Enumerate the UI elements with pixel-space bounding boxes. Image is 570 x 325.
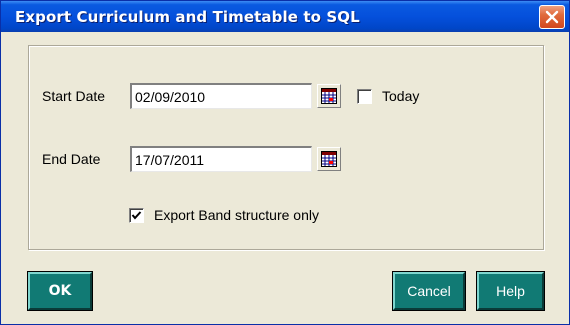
close-icon bbox=[545, 10, 559, 24]
cancel-button[interactable]: Cancel bbox=[392, 271, 466, 311]
today-label: Today bbox=[382, 88, 420, 104]
start-date-label: Start Date bbox=[42, 88, 106, 104]
dialog-title: Export Curriculum and Timetable to SQL bbox=[15, 8, 360, 26]
today-checkbox[interactable] bbox=[357, 89, 372, 104]
end-date-label: End Date bbox=[42, 151, 101, 167]
ok-button[interactable]: OK bbox=[27, 271, 93, 311]
close-button[interactable] bbox=[539, 5, 565, 29]
help-button[interactable]: Help bbox=[476, 271, 545, 311]
title-bar[interactable]: Export Curriculum and Timetable to SQL bbox=[1, 1, 569, 32]
export-band-checkbox[interactable] bbox=[129, 208, 144, 223]
end-date-calendar-button[interactable] bbox=[317, 147, 341, 171]
end-date-input[interactable] bbox=[130, 146, 312, 172]
checkmark-icon bbox=[131, 211, 142, 220]
start-date-input[interactable] bbox=[130, 83, 312, 109]
start-date-calendar-button[interactable] bbox=[317, 84, 341, 108]
export-dialog: Export Curriculum and Timetable to SQL S… bbox=[0, 0, 570, 325]
calendar-icon bbox=[321, 88, 337, 104]
calendar-icon bbox=[321, 151, 337, 167]
export-band-label: Export Band structure only bbox=[154, 207, 319, 223]
